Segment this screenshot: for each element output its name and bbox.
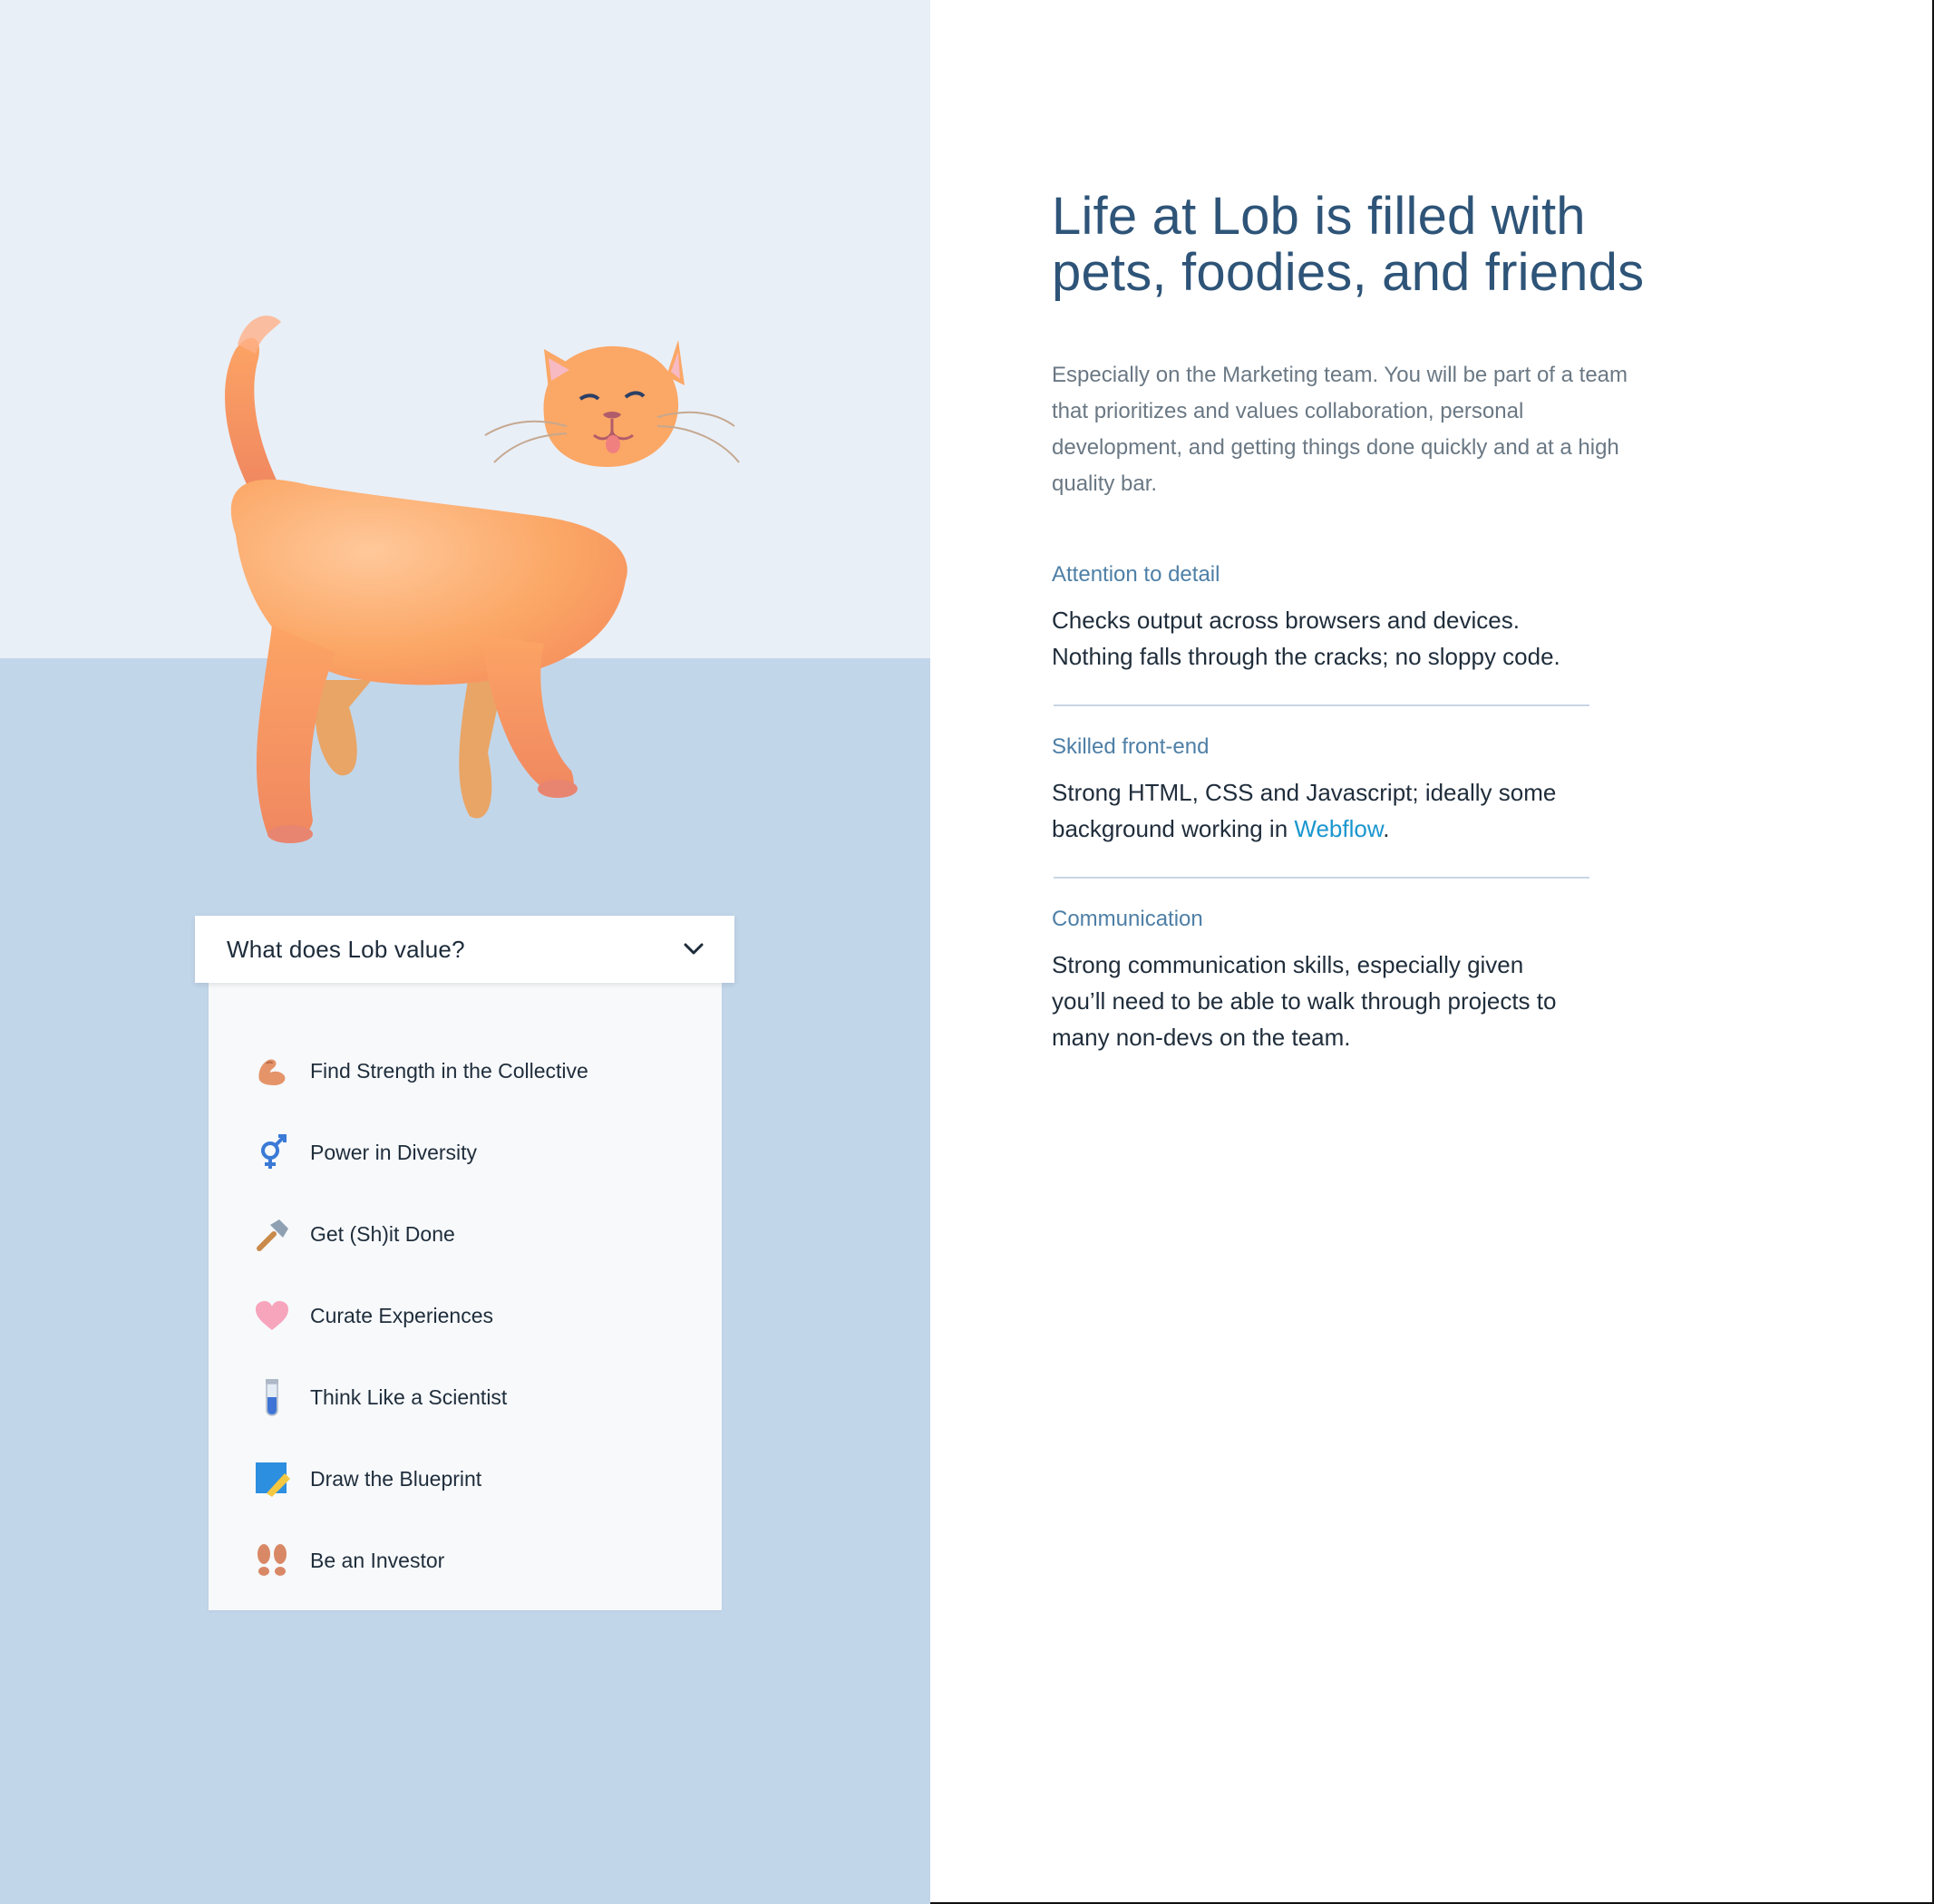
list-item: Get (Sh)it Done — [209, 1193, 722, 1275]
divider — [1054, 704, 1589, 706]
list-item: Power in Diversity — [209, 1112, 722, 1193]
quality-description: Strong HTML, CSS and Javascript; ideally… — [1052, 774, 1596, 847]
heart-icon — [252, 1296, 292, 1336]
chevron-down-icon — [682, 937, 705, 961]
flexed-biceps-icon — [252, 1051, 292, 1091]
quality-skilled-front-end: Skilled front-end Strong HTML, CSS and J… — [1052, 734, 1596, 847]
quality-description-end: . — [1383, 815, 1390, 842]
list-item: Think Like a Scientist — [209, 1356, 722, 1438]
test-tube-icon — [252, 1377, 292, 1417]
quality-description: Strong communication skills, especially … — [1052, 951, 1557, 1051]
value-label: Curate Experiences — [310, 1303, 493, 1327]
quality-description: Checks output across browsers and device… — [1052, 607, 1560, 670]
value-label: Be an Investor — [310, 1548, 445, 1572]
values-dropdown-toggle[interactable]: What does Lob value? — [195, 916, 734, 983]
intro-paragraph: Especially on the Marketing team. You wi… — [1052, 363, 1628, 496]
value-label: Find Strength in the Collective — [310, 1058, 588, 1083]
value-label: Power in Diversity — [310, 1140, 478, 1164]
quality-title: Skilled front-end — [1052, 734, 1210, 759]
quality-communication: Communication Strong communication skill… — [1052, 907, 1596, 1055]
list-item: Curate Experiences — [209, 1275, 722, 1356]
quality-title: Attention to detail — [1052, 562, 1220, 587]
page-title: Life at Lob is filled with pets, foodies… — [1052, 187, 1645, 302]
right-panel: Life at Lob is filled with pets, foodies… — [930, 0, 1934, 1904]
list-item: Draw the Blueprint — [209, 1438, 722, 1520]
memo-icon — [252, 1459, 292, 1499]
cat-illustration — [225, 316, 740, 843]
hammer-icon — [252, 1214, 292, 1254]
quality-attention-to-detail: Attention to detail Checks output across… — [1052, 562, 1596, 675]
values-dropdown-title: What does Lob value? — [227, 935, 465, 963]
webflow-link[interactable]: Webflow — [1294, 815, 1383, 842]
values-list: Find Strength in the Collective Power in… — [209, 983, 722, 1610]
footprints-icon — [252, 1540, 292, 1580]
list-item: Be an Investor — [209, 1520, 722, 1601]
hermaphrodite-symbol-icon — [252, 1132, 292, 1172]
left-panel: What does Lob value? Find Strength in th… — [0, 0, 930, 1904]
list-item: Find Strength in the Collective — [209, 1030, 722, 1112]
value-label: Think Like a Scientist — [310, 1384, 508, 1409]
divider — [1054, 877, 1589, 879]
value-label: Draw the Blueprint — [310, 1466, 482, 1491]
value-label: Get (Sh)it Done — [310, 1221, 455, 1246]
quality-title: Communication — [1052, 907, 1203, 931]
page: What does Lob value? Find Strength in th… — [0, 0, 1934, 1904]
